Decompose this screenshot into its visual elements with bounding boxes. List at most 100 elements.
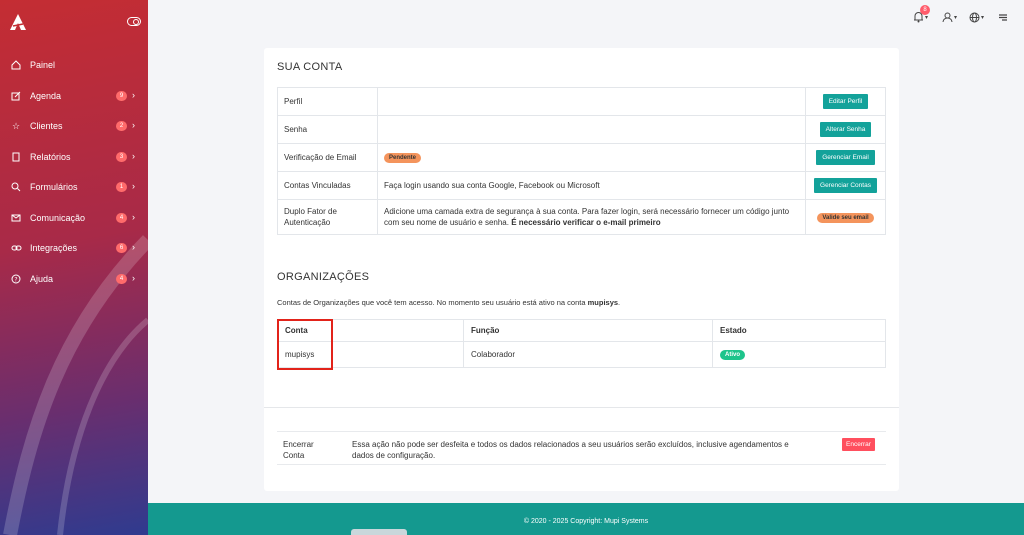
sidebar-item-label: Formulários [30,182,78,193]
notifications-button[interactable]: 8 ▾ [913,5,930,24]
close-account-row: Encerrar Conta Essa ação não pode ser de… [277,431,886,465]
column-header-conta: Conta [277,319,464,342]
count-badge: 4 [116,273,127,284]
row-label: Duplo Fator de Autenticação [277,199,378,235]
globe-icon [969,12,980,22]
count-badge: 2 [116,121,127,131]
organizations-description-text: Contas de Organizações que você tem aces… [277,298,586,307]
chevron-right-icon: › [132,89,135,100]
sidebar-item-label: Relatórios [30,151,71,162]
row-description [377,87,806,116]
sidebar-item-label: Ajuda [30,273,54,284]
caret-down-icon: ▾ [954,14,958,21]
sidebar-nav: Painel Agenda 9 › ☆ Clientes 2 › Relatór… [0,50,148,294]
row-description: Faça login usando sua conta Google, Face… [377,171,806,200]
chevron-right-icon: › [132,150,135,161]
sidebar-toggle-icon[interactable] [127,17,141,26]
count-badge: 4 [116,212,127,223]
menu-button[interactable] [998,10,1008,24]
user-menu-button[interactable]: ▾ [942,10,957,24]
count-badge: 3 [116,151,127,162]
edit-profile-button[interactable]: Editar Perfil [822,94,869,109]
table-row: Senha Alterar Senha [277,115,886,144]
column-header-funcao: Função [463,319,713,342]
row-description: Adicione uma camada extra de segurança à… [377,199,806,235]
sidebar-item-agenda[interactable]: Agenda 9 › [0,81,148,112]
search-icon [10,181,22,193]
table-row: Perfil Editar Perfil [277,87,886,116]
count-badge: 9 [116,90,127,101]
notification-badge: 8 [920,5,930,15]
close-account-label: Encerrar Conta [283,440,314,460]
chevron-right-icon: › [132,242,135,252]
user-icon [942,12,953,22]
count-badge: 1 [116,182,127,192]
validate-email-button[interactable]: Valide seu email [817,212,874,223]
chevron-right-icon: › [132,120,135,130]
sidebar-item-formularios[interactable]: Formulários 1 › [0,172,148,203]
topbar: 8 ▾ ▾ ▾ [148,0,1024,34]
language-button[interactable]: ▾ [969,10,984,24]
organizations-description: Contas de Organizações que você tem aces… [277,298,621,307]
organizations-table: Conta Função Estado mupisys Colaborador … [277,319,886,368]
sidebar-item-label: Comunicação [30,212,86,223]
sidebar-item-label: Agenda [30,90,62,101]
book-icon [10,151,22,163]
status-badge: Ativo [720,350,745,360]
menu-icon [999,13,1007,21]
manage-accounts-button[interactable]: Gerenciar Contas [814,178,877,193]
row-label: Verificação de Email [277,143,378,172]
change-password-button[interactable]: Alterar Senha [819,122,872,137]
row-description [377,115,806,144]
table-row: Contas Vinculadas Faça login usando sua … [277,171,886,200]
organizations-section-title: ORGANIZAÇÕES [277,271,370,283]
close-account-warning: Essa ação não pode ser desfeita e todos … [352,440,789,460]
footer-tab[interactable] [351,529,407,535]
star-icon: ☆ [11,120,21,131]
footer-copyright: © 2020 - 2025 Copyright: [523,518,603,525]
svg-text:?: ? [14,276,17,283]
sidebar-item-relatorios[interactable]: Relatórios 3 › [0,142,148,173]
footer-company-link[interactable]: Mupi Systems [604,518,648,525]
row-label: Senha [277,115,378,144]
chevron-right-icon: › [132,181,135,191]
manage-email-button[interactable]: Gerenciar Email [816,150,875,165]
table-row: Duplo Fator de Autenticação Adicione uma… [277,199,886,235]
table-row[interactable]: mupisys Colaborador Ativo [277,341,886,368]
row-label: Contas Vinculadas [277,171,378,200]
account-table: Perfil Editar Perfil Senha Alterar Senha… [277,87,886,235]
sidebar-item-comunicacao[interactable]: Comunicação 4 › [0,203,148,234]
table-header-row: Conta Função Estado [277,319,886,342]
link-icon [10,242,22,254]
sidebar-item-painel[interactable]: Painel [0,50,148,81]
help-icon: ? [10,273,22,285]
divider [264,407,899,408]
sidebar-item-clientes[interactable]: ☆ Clientes 2 › [0,111,148,142]
sidebar-item-label: Integrações [30,243,78,254]
sidebar-item-integracoes[interactable]: Integrações 6 › [0,233,148,264]
chevron-right-icon: › [132,272,135,283]
sidebar-item-ajuda[interactable]: ? Ajuda 4 › [0,264,148,295]
row-label: Perfil [277,87,378,116]
chevron-right-icon: › [132,211,135,222]
sidebar: Painel Agenda 9 › ☆ Clientes 2 › Relatór… [0,0,148,535]
status-badge: Pendente [384,153,422,163]
table-row: Verificação de Email Pendente Gerenciar … [277,143,886,172]
sidebar-item-label: Clientes [30,121,63,132]
cell-funcao: Colaborador [463,341,713,368]
mail-icon [10,212,22,224]
account-card: SUA CONTA Perfil Editar Perfil Senha Alt… [264,48,899,491]
column-header-estado: Estado [712,319,886,342]
footer: © 2020 - 2025 Copyright: Mupi Systems [148,503,1024,535]
row-description-bold: É necessário verificar o e-mail primeiro [511,218,661,227]
account-section-title: SUA CONTA [277,61,343,73]
home-icon [10,59,22,71]
close-account-button[interactable]: Encerrar [842,438,875,451]
logo-icon[interactable] [9,13,27,31]
count-badge: 6 [116,243,127,253]
sidebar-item-label: Painel [30,60,56,71]
active-account-name: mupisys [587,298,619,307]
cell-conta: mupisys [277,341,464,368]
edit-icon [10,90,22,102]
caret-down-icon: ▾ [981,14,985,21]
